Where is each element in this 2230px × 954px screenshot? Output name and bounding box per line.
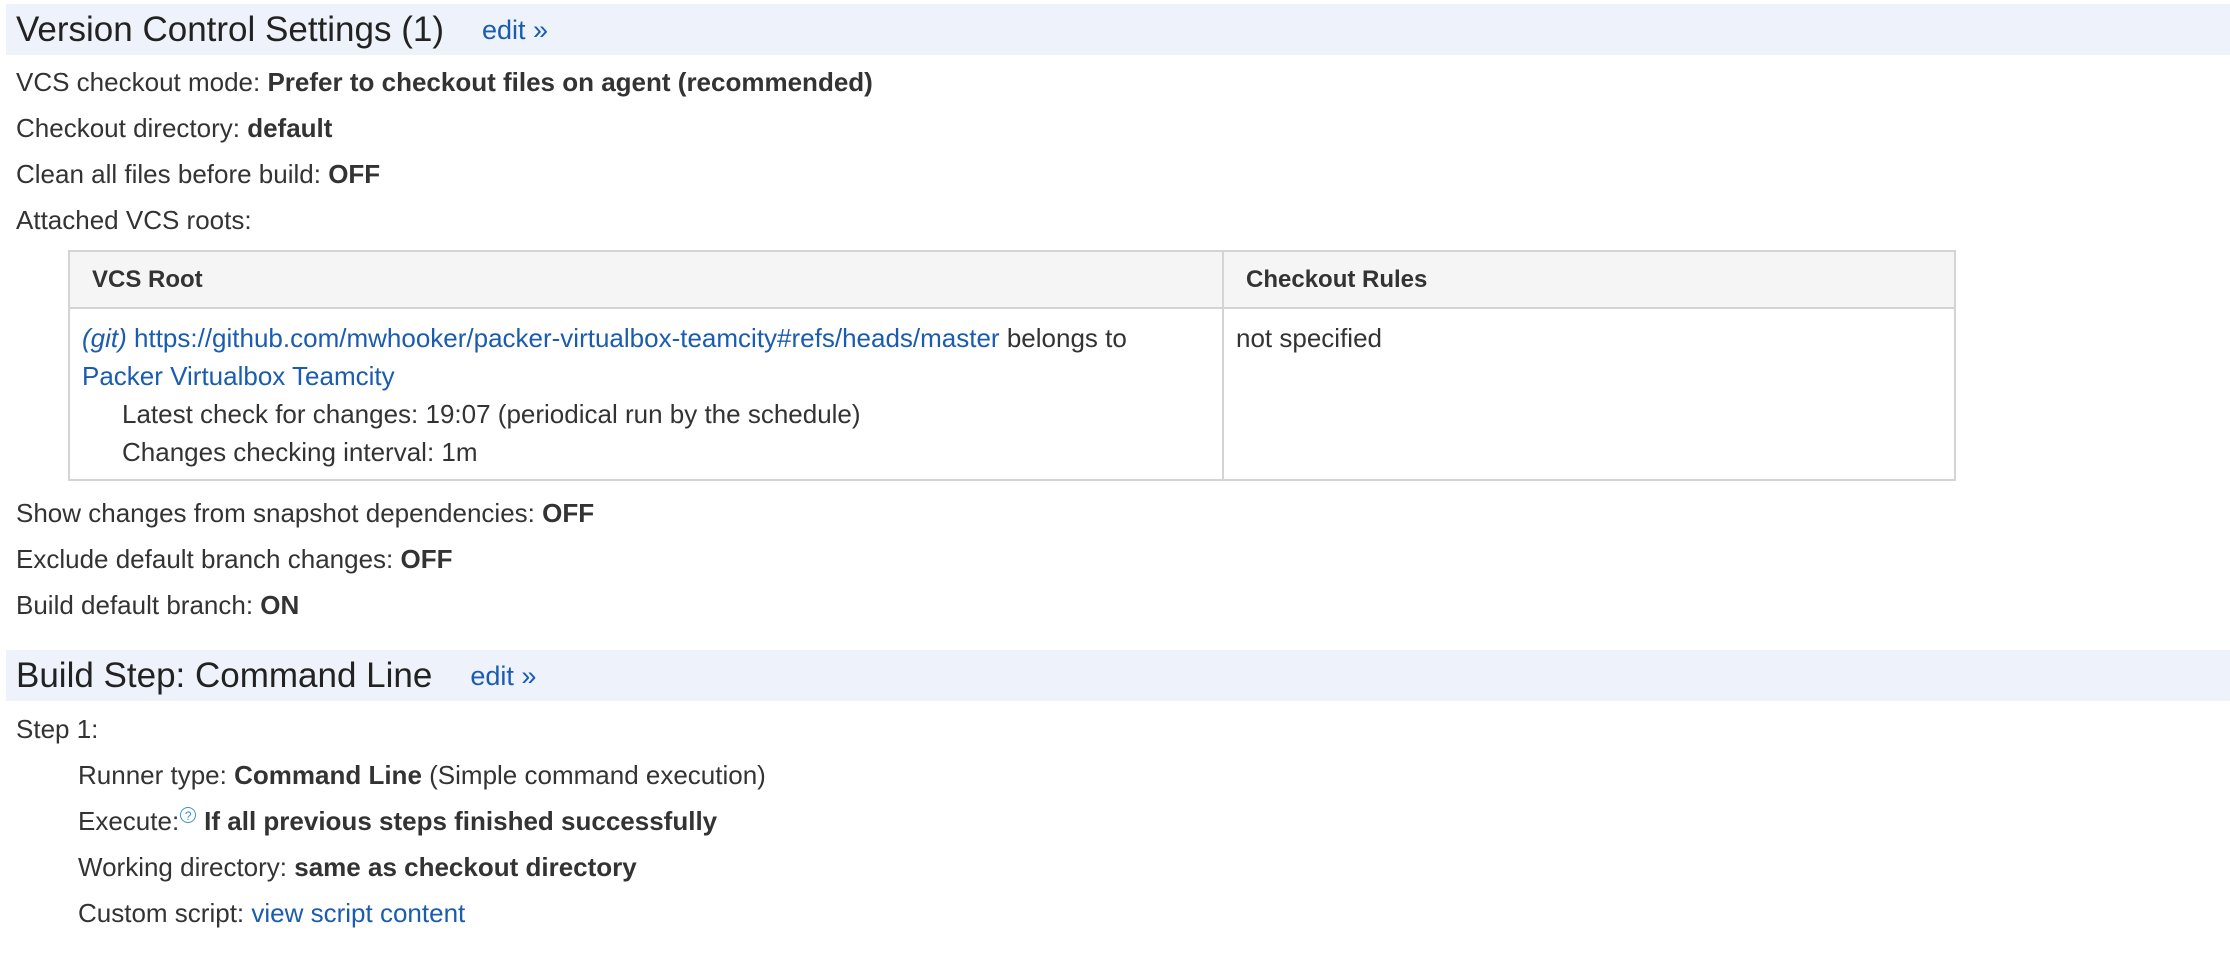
vcs-section-header: Version Control Settings (1) edit » bbox=[6, 4, 2230, 55]
vcs-edit-link[interactable]: edit » bbox=[482, 15, 548, 46]
working-directory-label: Working directory: bbox=[78, 852, 288, 882]
clean-files-row: Clean all files before build: OFF bbox=[16, 159, 380, 189]
runner-type-label: Runner type: bbox=[78, 760, 227, 790]
execute-value: If all previous steps finished successfu… bbox=[204, 806, 718, 836]
checkout-mode-value: Prefer to checkout files on agent (recom… bbox=[267, 67, 873, 97]
table-row: (git) https://github.com/mwhooker/packer… bbox=[68, 307, 1956, 481]
build-default-label: Build default branch: bbox=[16, 590, 254, 620]
exclude-default-value: OFF bbox=[400, 544, 453, 574]
build-default-value: ON bbox=[260, 590, 300, 620]
latest-check-text: Latest check for changes: 19:07 (periodi… bbox=[122, 399, 861, 429]
snapshot-deps-row: Show changes from snapshot dependencies:… bbox=[16, 498, 594, 528]
vcs-root-cell: (git) https://github.com/mwhooker/packer… bbox=[68, 307, 1224, 481]
vcs-root-column-header: VCS Root bbox=[68, 250, 1224, 309]
vcs-type-label: (git) bbox=[82, 323, 127, 353]
attached-roots-label: Attached VCS roots: bbox=[16, 205, 252, 235]
checkout-directory-label: Checkout directory: bbox=[16, 113, 240, 143]
exclude-default-row: Exclude default branch changes: OFF bbox=[16, 544, 453, 574]
checkout-mode-label: VCS checkout mode: bbox=[16, 67, 261, 97]
table-header-row: VCS Root Checkout Rules bbox=[68, 250, 1956, 309]
build-step-edit-link[interactable]: edit » bbox=[470, 661, 536, 692]
runner-type-value: Command Line bbox=[234, 760, 422, 790]
snapshot-deps-label: Show changes from snapshot dependencies: bbox=[16, 498, 535, 528]
working-directory-row: Working directory: same as checkout dire… bbox=[78, 852, 637, 882]
custom-script-label: Custom script: bbox=[78, 898, 245, 928]
build-step-section-header: Build Step: Command Line edit » bbox=[6, 650, 2230, 701]
build-configuration-page: Version Control Settings (1) edit » VCS … bbox=[0, 0, 2230, 954]
vcs-roots-table: VCS Root Checkout Rules (git) https://gi… bbox=[68, 250, 1956, 481]
checking-interval-text: Changes checking interval: 1m bbox=[122, 437, 478, 467]
clean-files-value: OFF bbox=[328, 159, 381, 189]
help-icon[interactable]: ? bbox=[180, 807, 197, 824]
checkout-rules-value: not specified bbox=[1236, 323, 1382, 353]
exclude-default-label: Exclude default branch changes: bbox=[16, 544, 394, 574]
view-script-link[interactable]: view script content bbox=[251, 898, 465, 928]
runner-type-row: Runner type: Command Line (Simple comman… bbox=[78, 760, 766, 790]
execute-label: Execute: bbox=[78, 806, 180, 836]
build-default-row: Build default branch: ON bbox=[16, 590, 299, 620]
runner-type-description: (Simple command execution) bbox=[429, 760, 766, 790]
vcs-root-url-link[interactable]: https://github.com/mwhooker/packer-virtu… bbox=[134, 323, 1000, 353]
snapshot-deps-value: OFF bbox=[542, 498, 595, 528]
vcs-section-title: Version Control Settings (1) bbox=[16, 9, 444, 49]
build-step-title: Build Step: Command Line bbox=[16, 655, 433, 695]
custom-script-row: Custom script: view script content bbox=[78, 898, 465, 928]
clean-files-label: Clean all files before build: bbox=[16, 159, 321, 189]
step-label: Step 1: bbox=[16, 714, 99, 744]
checkout-directory-row: Checkout directory: default bbox=[16, 113, 332, 143]
belongs-to-text: belongs to bbox=[1006, 323, 1127, 353]
project-link[interactable]: Packer Virtualbox Teamcity bbox=[82, 361, 395, 391]
execute-row: Execute:? If all previous steps finished … bbox=[78, 806, 717, 836]
checkout-mode-row: VCS checkout mode: Prefer to checkout fi… bbox=[16, 67, 873, 97]
checkout-rules-column-header: Checkout Rules bbox=[1222, 250, 1956, 309]
working-directory-value: same as checkout directory bbox=[294, 852, 637, 882]
checkout-directory-value: default bbox=[247, 113, 333, 143]
checkout-rules-cell: not specified bbox=[1222, 307, 1956, 481]
